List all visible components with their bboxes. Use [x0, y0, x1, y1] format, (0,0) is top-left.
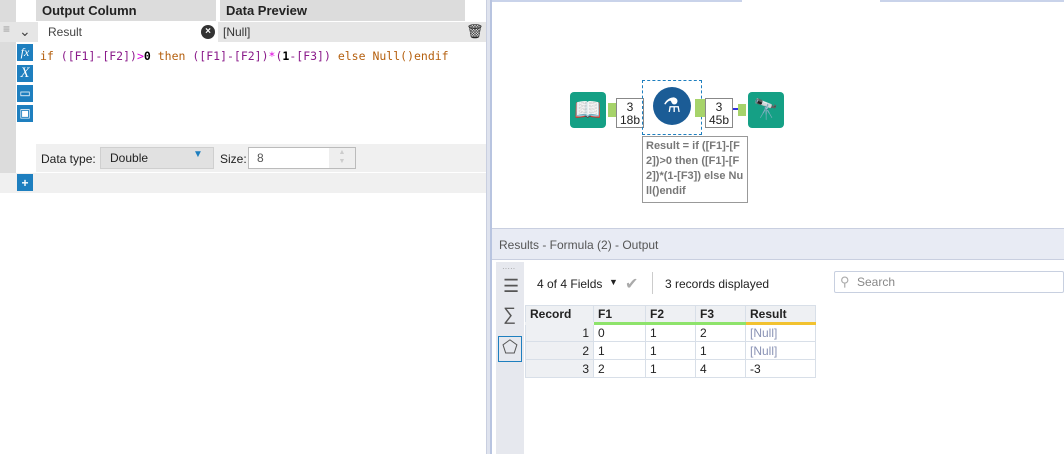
table-cell[interactable]: [Null]	[745, 341, 816, 360]
preview-value: [Null]	[223, 25, 251, 39]
table-cell[interactable]: [Null]	[745, 323, 816, 342]
save-icon[interactable]: ▣	[17, 105, 33, 122]
size-label: Size:	[220, 152, 247, 166]
folder-open-icon[interactable]: ▭	[17, 85, 33, 102]
records-count: 3 records displayed	[665, 277, 770, 291]
dropdown-arrow-icon[interactable]: ▼	[609, 277, 618, 287]
data-type-select[interactable]: Double ▼	[100, 147, 214, 169]
data-size: 18b	[619, 113, 641, 127]
checkmark-icon[interactable]: ✔	[625, 274, 638, 294]
results-sidebar: ····· ☰ ∑ ⬠	[496, 262, 524, 454]
grip-icon[interactable]: ·····	[502, 264, 515, 273]
tool-annotation: Result = if ([F1]-[F2])>0 then ([F1]-[F2…	[642, 136, 748, 203]
expression-token: else Null()endif	[330, 49, 449, 63]
record-count: 3	[626, 100, 634, 114]
search-input[interactable]: ⚲ Search	[834, 271, 1064, 293]
output-column-input[interactable]: Result ×	[38, 22, 218, 42]
divider	[652, 272, 653, 294]
table-view-icon[interactable]: ☰	[503, 276, 519, 296]
column-header[interactable]: F2	[645, 305, 696, 325]
expression-token: >	[136, 49, 144, 63]
metadata-sigma-icon[interactable]: ∑	[503, 304, 516, 325]
input-data-tool-icon[interactable]: 📖	[570, 92, 606, 128]
table-cell[interactable]: 1	[645, 341, 696, 360]
formula-config-panel: Output Column Data Preview ≡ ⌄ Result × …	[0, 0, 486, 454]
dropdown-arrow-icon: ▼	[193, 149, 203, 160]
column-header[interactable]: F3	[695, 305, 746, 325]
expression-editor[interactable]: if ([F1]-[F2])>0 then ([F1]-[F2])*(1-[F3…	[40, 49, 449, 63]
record-count: 3	[715, 100, 723, 114]
table-row[interactable]: 3 2 1 4 -3	[525, 359, 816, 378]
table-cell[interactable]: 4	[695, 359, 746, 378]
stepper-arrows-icon[interactable]: ▲ ▼	[329, 148, 355, 168]
results-table: Record F1 F2 F3 Result 1 0 1 2 [Null] 2 1 1 1 [Null] 3 2…	[525, 305, 816, 378]
column-header[interactable]: Result	[745, 305, 816, 325]
trash-icon[interactable]: 🗑	[466, 23, 484, 40]
clear-icon[interactable]: ×	[201, 25, 215, 39]
canvas-edge	[492, 0, 742, 2]
canvas-edge-right	[880, 0, 1064, 2]
expression-token: -[F3])	[289, 49, 331, 63]
input-anchor	[738, 104, 746, 116]
data-type-label: Data type:	[41, 152, 96, 166]
connection-progress-1: 3 18b	[616, 98, 644, 128]
drag-handle-icon[interactable]: ≡	[3, 23, 10, 35]
add-formula-button[interactable]: +	[17, 174, 33, 191]
data-preview-header: Data Preview	[220, 0, 465, 21]
size-stepper[interactable]: 8 ▲ ▼	[248, 147, 356, 169]
table-cell[interactable]: 1	[645, 323, 696, 342]
type-row: Data type: Double ▼ Size: 8 ▲ ▼	[36, 144, 486, 172]
column-header[interactable]: Record	[525, 305, 594, 325]
output-anchor	[608, 103, 616, 117]
table-cell[interactable]: -3	[745, 359, 816, 378]
variable-icon[interactable]: X	[17, 65, 33, 82]
table-cell[interactable]: 1	[645, 359, 696, 378]
table-cell[interactable]: 3	[525, 359, 594, 378]
table-cell[interactable]: 2	[695, 323, 746, 342]
table-cell[interactable]: 1	[525, 323, 594, 342]
expression-token: 0	[143, 49, 151, 63]
output-column-header: Output Column	[36, 0, 216, 21]
results-panel: ····· ☰ ∑ ⬠ 4 of 4 Fields ▼ ✔ 3 records …	[492, 260, 1064, 454]
workflow-canvas[interactable]: 📖 3 18b ⚗ 3 45b 🔭 Result = if ([F1]-[F2])>…	[492, 0, 1064, 226]
results-title-bar: Results - Formula (2) - Output	[492, 228, 1064, 260]
formula-output-anchor	[695, 99, 705, 117]
browse-tool-icon[interactable]: 🔭	[748, 92, 784, 128]
search-placeholder: Search	[857, 275, 896, 289]
size-value: 8	[257, 151, 264, 165]
table-cell[interactable]: 1	[695, 341, 746, 360]
table-row[interactable]: 1 0 1 2 [Null]	[525, 323, 816, 342]
function-icon[interactable]: fx	[17, 44, 33, 61]
data-type-value: Double	[110, 151, 149, 165]
table-cell[interactable]: 1	[593, 341, 646, 360]
expression-token: then	[150, 49, 193, 63]
column-header[interactable]: F1	[593, 305, 646, 325]
chevron-down-icon[interactable]: ⌄	[19, 23, 31, 40]
connection-progress-2: 3 45b	[705, 98, 733, 128]
table-cell[interactable]: 2	[525, 341, 594, 360]
table-cell[interactable]: 0	[593, 323, 646, 342]
expression-token: if	[40, 49, 61, 63]
output-column-value: Result	[48, 25, 83, 39]
results-title: Results - Formula (2) - Output	[499, 238, 659, 252]
search-icon: ⚲	[840, 274, 850, 289]
expression-token: ([F1]-[F2])	[192, 49, 269, 63]
expression-token: ([F1]-[F2])	[60, 49, 137, 63]
formula-tool-icon[interactable]: ⚗	[653, 87, 691, 125]
data-size: 45b	[708, 113, 730, 127]
table-cell[interactable]: 2	[593, 359, 646, 378]
table-row[interactable]: 2 1 1 1 [Null]	[525, 341, 816, 360]
tag-icon[interactable]: ⬠	[498, 336, 522, 362]
add-row	[0, 173, 486, 193]
fields-selector[interactable]: 4 of 4 Fields	[537, 277, 602, 291]
